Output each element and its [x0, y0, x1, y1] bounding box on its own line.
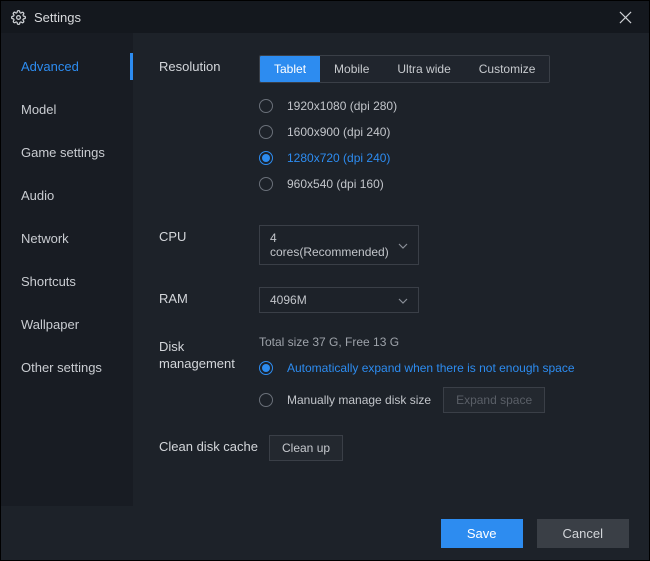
row-disk: Disk management Total size 37 G, Free 13… [159, 335, 621, 413]
tab-mobile[interactable]: Mobile [320, 56, 383, 82]
sidebar-item-label: Model [21, 102, 56, 117]
tab-tablet[interactable]: Tablet [260, 56, 320, 82]
window-title: Settings [34, 10, 611, 25]
resolution-tabs: Tablet Mobile Ultra wide Customize [259, 55, 550, 83]
sidebar: Advanced Model Game settings Audio Netwo… [1, 33, 133, 506]
row-resolution: Resolution Tablet Mobile Ultra wide Cust… [159, 55, 621, 203]
resolution-label: Resolution [159, 55, 259, 76]
body: Advanced Model Game settings Audio Netwo… [1, 33, 649, 506]
resolution-option[interactable]: 960x540 (dpi 160) [259, 177, 621, 191]
resolution-body: Tablet Mobile Ultra wide Customize 1920x… [259, 55, 621, 203]
tab-ultra-wide[interactable]: Ultra wide [383, 56, 464, 82]
tab-customize[interactable]: Customize [465, 56, 550, 82]
radio-icon [259, 177, 273, 191]
radio-icon [259, 99, 273, 113]
sidebar-item-advanced[interactable]: Advanced [1, 45, 133, 88]
sidebar-item-label: Game settings [21, 145, 105, 160]
radio-icon [259, 125, 273, 139]
cpu-select[interactable]: 4 cores(Recommended) [259, 225, 419, 265]
resolution-options: 1920x1080 (dpi 280) 1600x900 (dpi 240) 1… [259, 99, 621, 191]
sidebar-item-label: Network [21, 231, 69, 246]
content: Resolution Tablet Mobile Ultra wide Cust… [133, 33, 649, 506]
sidebar-item-model[interactable]: Model [1, 88, 133, 131]
resolution-option-label: 1600x900 (dpi 240) [287, 125, 390, 139]
row-ram: RAM 4096M [159, 287, 621, 313]
ram-select[interactable]: 4096M [259, 287, 419, 313]
sidebar-item-wallpaper[interactable]: Wallpaper [1, 303, 133, 346]
resolution-option-label: 1280x720 (dpi 240) [287, 151, 390, 165]
sidebar-item-audio[interactable]: Audio [1, 174, 133, 217]
clean-up-button[interactable]: Clean up [269, 435, 343, 461]
disk-status: Total size 37 G, Free 13 G [259, 335, 621, 349]
sidebar-item-game-settings[interactable]: Game settings [1, 131, 133, 174]
sidebar-item-label: Other settings [21, 360, 102, 375]
expand-space-button: Expand space [443, 387, 545, 413]
sidebar-item-label: Advanced [21, 59, 79, 74]
settings-window: Settings Advanced Model Game settings Au… [0, 0, 650, 561]
radio-icon [259, 393, 273, 407]
chevron-down-icon [398, 238, 408, 252]
row-clean: Clean disk cache Clean up [159, 435, 621, 461]
sidebar-item-label: Wallpaper [21, 317, 79, 332]
resolution-option[interactable]: 1280x720 (dpi 240) [259, 151, 621, 165]
sidebar-item-label: Shortcuts [21, 274, 76, 289]
sidebar-item-label: Audio [21, 188, 54, 203]
titlebar: Settings [1, 1, 649, 33]
resolution-option-label: 1920x1080 (dpi 280) [287, 99, 397, 113]
resolution-option[interactable]: 1920x1080 (dpi 280) [259, 99, 621, 113]
disk-auto-label: Automatically expand when there is not e… [287, 361, 575, 375]
disk-manual-label: Manually manage disk size [287, 393, 431, 407]
cpu-value: 4 cores(Recommended) [270, 231, 390, 259]
clean-label: Clean disk cache [159, 435, 269, 456]
ram-value: 4096M [270, 293, 307, 307]
footer: Save Cancel [1, 506, 649, 560]
chevron-down-icon [398, 293, 408, 307]
disk-manual-option[interactable]: Manually manage disk size Expand space [259, 387, 621, 413]
radio-icon [259, 361, 273, 375]
disk-auto-option[interactable]: Automatically expand when there is not e… [259, 361, 621, 375]
save-button[interactable]: Save [441, 519, 523, 548]
cancel-button[interactable]: Cancel [537, 519, 629, 548]
cpu-label: CPU [159, 225, 259, 246]
sidebar-item-shortcuts[interactable]: Shortcuts [1, 260, 133, 303]
ram-label: RAM [159, 287, 259, 308]
resolution-option[interactable]: 1600x900 (dpi 240) [259, 125, 621, 139]
sidebar-item-other-settings[interactable]: Other settings [1, 346, 133, 389]
disk-label: Disk management [159, 335, 259, 373]
row-cpu: CPU 4 cores(Recommended) [159, 225, 621, 265]
sidebar-item-network[interactable]: Network [1, 217, 133, 260]
close-icon[interactable] [611, 3, 639, 31]
radio-icon [259, 151, 273, 165]
resolution-option-label: 960x540 (dpi 160) [287, 177, 384, 191]
gear-icon [11, 10, 26, 25]
